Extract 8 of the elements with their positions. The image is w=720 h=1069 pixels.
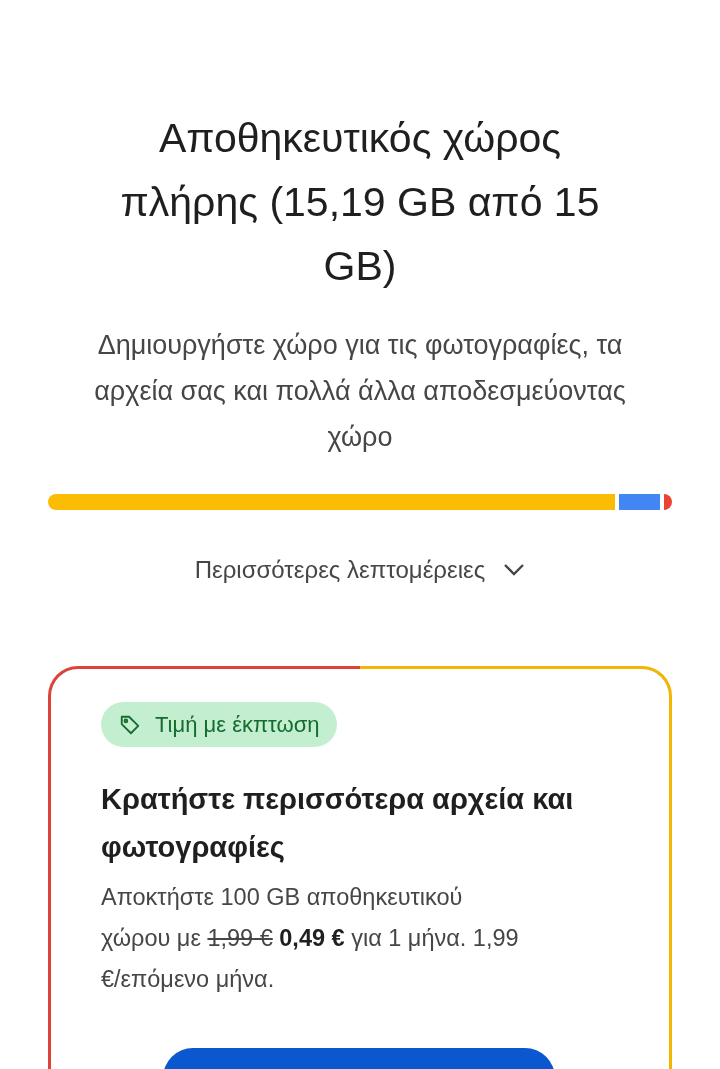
more-details-toggle[interactable]: Περισσότερες λεπτομέρειες	[186, 548, 534, 592]
storage-full-title: Αποθηκευτικός χώρος πλήρης (15,19 GB από 15 GB)	[119, 114, 601, 291]
chevron-icon	[503, 563, 526, 577]
storage-subtitle: Δημιουργήστε χώρο για τις φωτογραφίες, τα αρχεία σας και πολλά άλλα αποδεσμεύοντας χώρο	[93, 329, 627, 454]
tag-icon	[119, 713, 141, 736]
discount-badge: Τιμή με έκπτωση	[101, 702, 338, 747]
offer-heading: Κρατήστε περισσότερα αρχεία και φωτογραφίες	[101, 782, 575, 865]
offer-description: Αποκτήστε 100 GB αποθηκευτικού χώρου με 1,99 € 0,49 € για 1 μήνα. 1,99 €/επόμενο μήνα.	[101, 883, 520, 994]
